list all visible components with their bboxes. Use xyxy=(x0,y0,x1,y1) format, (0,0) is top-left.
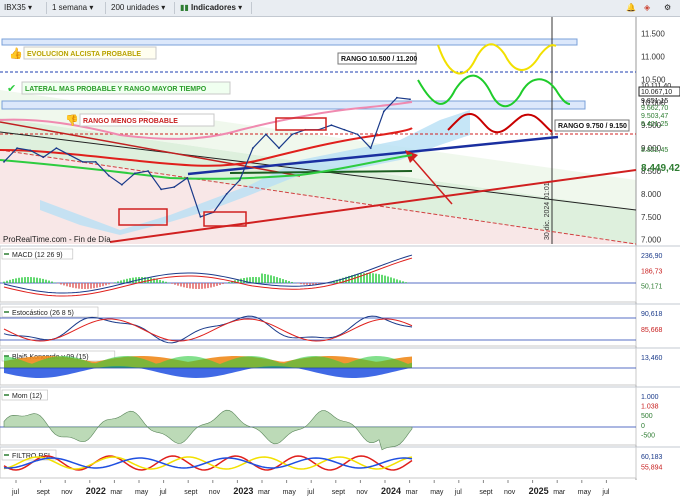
price-point xyxy=(265,133,267,136)
label-alcista: EVOLUCION ALCISTA PROBABLE xyxy=(27,51,141,58)
price-tick-label: 7.000 xyxy=(641,236,662,245)
x-axis-label: nov xyxy=(61,489,73,496)
price-tag: 9.401,25 xyxy=(641,121,668,128)
momentum-axis-tag: 0 xyxy=(641,423,645,430)
price-point xyxy=(94,160,97,163)
price-tick-label: 8.000 xyxy=(641,190,662,199)
price-point xyxy=(120,183,123,186)
price-point xyxy=(343,128,346,131)
price-point xyxy=(107,174,110,177)
macd-axis-tag: 50,171 xyxy=(641,284,663,291)
price-point xyxy=(81,160,84,163)
x-axis-label: 2022 xyxy=(86,486,106,496)
macd-title: MACD (12 26 9) xyxy=(12,252,63,259)
watermark: ProRealTime.com - Fin de Día xyxy=(3,235,111,244)
label-lateral-icon: ✔ xyxy=(7,83,16,95)
label-alcista-icon: 👍 xyxy=(9,47,23,60)
filtro-rsi-axis-tag: 55,894 xyxy=(641,465,663,472)
momentum-axis-tag: -500 xyxy=(641,432,655,439)
price-point xyxy=(291,133,294,136)
price-tick-label: 11.000 xyxy=(641,52,665,61)
koncorde-axis-tag: 13,460 xyxy=(641,355,663,362)
price-point xyxy=(3,160,5,163)
price-point xyxy=(147,170,149,172)
x-axis-label: 2025 xyxy=(529,486,549,496)
price-tag: 9.503,47 xyxy=(641,113,668,120)
price-tick-label: 7.500 xyxy=(641,213,662,222)
label-menos: RANGO MENOS PROBABLE xyxy=(83,118,178,125)
price-point xyxy=(409,98,411,101)
estocastico-axis-tag: 85,668 xyxy=(641,327,663,334)
price-point xyxy=(68,154,71,156)
momentum-axis-tag: 500 xyxy=(641,413,653,420)
x-axis-label: sept xyxy=(479,489,492,496)
price-point xyxy=(186,176,189,179)
x-axis-label: jul xyxy=(306,489,314,496)
x-axis-label: may xyxy=(135,489,149,496)
x-axis-label: nov xyxy=(356,489,368,496)
x-axis-label: 2023 xyxy=(233,486,253,496)
price-point xyxy=(225,193,228,195)
x-axis-label: jul xyxy=(454,489,462,496)
x-axis-label: nov xyxy=(209,489,221,496)
price-point xyxy=(16,147,18,149)
x-axis-label: may xyxy=(283,489,297,496)
filtro-rsi-axis-tag: 60,183 xyxy=(641,454,663,461)
price-tag: 8.822,45 xyxy=(641,147,668,154)
macd-axis-tag: 186,73 xyxy=(641,268,663,275)
price-point xyxy=(396,96,398,99)
label-lateral: LATERAL MAS PROBABLE Y RANGO MAYOR TIEMP… xyxy=(25,86,207,93)
price-point xyxy=(369,147,372,149)
x-axis-label: sept xyxy=(332,489,345,496)
x-axis-label: mar xyxy=(553,489,566,496)
label-rango-alto: RANGO 10.500 / 11.200 xyxy=(341,56,417,63)
price-point xyxy=(330,124,333,127)
price-tag: 9.662,70 xyxy=(641,105,668,112)
price-point xyxy=(238,179,241,182)
price-tag: 8.449,42 xyxy=(641,163,680,174)
price-point xyxy=(29,149,32,152)
chart-canvas[interactable]: 11.50011.00010.50010.0009.5009.0008.5008… xyxy=(0,0,680,499)
momentum-title: Mom (12) xyxy=(12,393,42,400)
price-point xyxy=(251,147,254,149)
price-tick-label: 11.500 xyxy=(641,30,665,39)
price-point xyxy=(42,156,45,159)
x-axis-label: jul xyxy=(601,489,609,496)
label-rango-bajo: RANGO 9.750 / 9.150 xyxy=(558,123,627,130)
x-axis-label: jul xyxy=(159,489,167,496)
x-axis-label: jul xyxy=(11,489,19,496)
estocastico-axis-tag: 90,618 xyxy=(641,311,663,318)
macd-axis-tag: 236,90 xyxy=(641,253,663,260)
price-point xyxy=(382,110,385,113)
x-axis-label: mar xyxy=(110,489,123,496)
price-point xyxy=(356,133,359,136)
price-tag: 9.851,15 xyxy=(641,98,668,105)
price-point xyxy=(160,188,163,191)
x-axis-label: mar xyxy=(406,489,419,496)
label-menos-icon: 👎 xyxy=(65,114,79,127)
price-point xyxy=(199,215,202,218)
momentum-axis-tag: 1.038 xyxy=(641,404,659,411)
price-point xyxy=(278,147,280,149)
estocastico-title: Estocástico (26 8 5) xyxy=(12,310,74,317)
price-point xyxy=(55,147,58,149)
x-axis-label: mar xyxy=(258,489,271,496)
price-tag: 10.067,10 xyxy=(641,89,672,96)
x-axis-label: may xyxy=(578,489,592,496)
momentum-axis-tag: 1.000 xyxy=(641,394,659,401)
x-axis-label: may xyxy=(430,489,444,496)
macd-panel-bg xyxy=(0,245,637,303)
price-point xyxy=(173,186,176,188)
x-axis-label: 2024 xyxy=(381,486,401,496)
x-axis-label: sept xyxy=(184,489,197,496)
price-point xyxy=(134,172,136,175)
x-axis-label: nov xyxy=(504,489,516,496)
x-axis-label: sept xyxy=(37,489,50,496)
